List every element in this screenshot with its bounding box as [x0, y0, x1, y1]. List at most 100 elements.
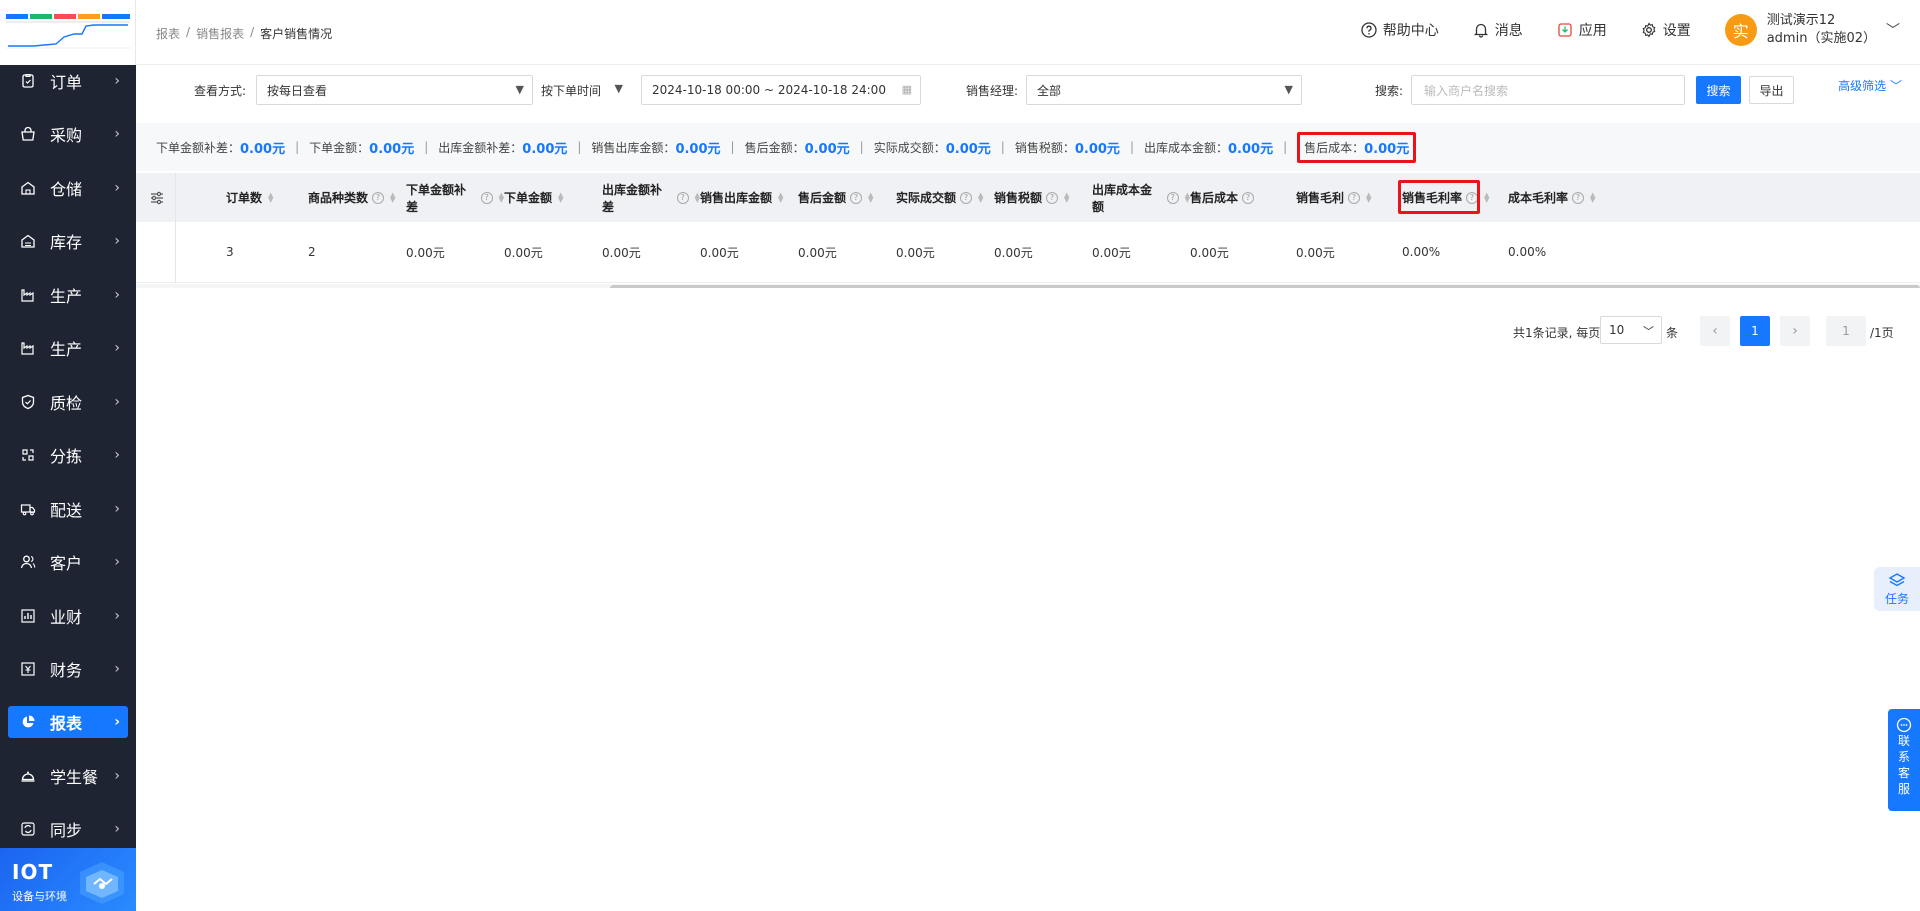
truck-icon	[20, 501, 36, 517]
question-icon[interactable]: ?	[960, 191, 973, 204]
sidebar-item-2[interactable]: 仓储 ›	[0, 161, 136, 215]
sidebar-item-0[interactable]: 订单 ›	[0, 54, 136, 108]
horizontal-scrollbar[interactable]	[136, 284, 1920, 288]
sort-icon[interactable]: ▲ ▼	[868, 191, 873, 203]
column-header-label: 售后成本	[1190, 191, 1239, 205]
column-header[interactable]: 销售毛利? ▲ ▼	[1296, 173, 1402, 222]
column-header[interactable]: 下单金额补差? ▲ ▼	[406, 173, 504, 222]
chevron-right-icon: ›	[114, 554, 120, 571]
date-range-picker[interactable]: 2024-10-18 00:00 ~ 2024-10-18 24:00 ▦	[641, 75, 921, 105]
sidebar-item-label: 采购	[50, 126, 83, 146]
iot-banner[interactable]: IOT 设备与环境	[0, 848, 136, 911]
chevron-right-icon: ›	[114, 393, 120, 410]
advanced-filter-link[interactable]: 高级筛选 ﹀	[1838, 77, 1902, 94]
chevron-down-icon: ▼	[515, 83, 524, 96]
sidebar-item-6[interactable]: 质检 ›	[0, 375, 136, 429]
user-account: admin（实施02）	[1766, 31, 1876, 46]
sidebar-item-13[interactable]: 学生餐 ›	[0, 749, 136, 803]
scrollbar-thumb[interactable]	[610, 285, 1920, 288]
export-button[interactable]: 导出	[1749, 76, 1794, 104]
filter-bar: 查看方式: 按每日查看 ▼ 按下单时间 ▼ 2024-10-18 00:00 ~…	[136, 65, 1920, 121]
sidebar-item-12[interactable]: 报表 ›	[8, 706, 128, 738]
search-button[interactable]: 搜索	[1696, 76, 1741, 104]
sidebar-item-4[interactable]: 生产 ›	[0, 268, 136, 322]
settings-link[interactable]: 设置	[1641, 20, 1691, 40]
question-icon[interactable]: ?	[372, 191, 385, 204]
question-icon[interactable]: ?	[1242, 191, 1255, 204]
breadcrumb-current: 客户销售情况	[260, 27, 333, 41]
question-icon[interactable]: ?	[1572, 191, 1585, 204]
sort-icon[interactable]: ▲ ▼	[268, 191, 273, 203]
cs-char: 联	[1897, 734, 1910, 748]
search-input[interactable]: 输入商户名搜索	[1411, 75, 1685, 105]
user-menu[interactable]: 实 测试演示12 admin（实施02） ﹀	[1724, 12, 1900, 48]
summary-label: 出库成本金额：	[1143, 140, 1228, 155]
column-header[interactable]: 出库金额补差? ▲ ▼	[602, 173, 700, 222]
question-icon[interactable]: ?	[676, 191, 689, 204]
prev-page-button[interactable]: ‹	[1700, 316, 1730, 346]
question-icon[interactable]: ?	[1348, 191, 1361, 204]
column-header[interactable]: 售后金额? ▲ ▼	[798, 173, 896, 222]
sidebar-item-10[interactable]: 业财 ›	[0, 589, 136, 643]
sort-icon[interactable]: ▲ ▼	[1366, 191, 1371, 203]
column-header[interactable]: 订单数 ▲ ▼	[226, 173, 316, 222]
sidebar-item-11[interactable]: 财务 ›	[0, 643, 136, 697]
next-page-button[interactable]: ›	[1780, 316, 1810, 346]
column-header[interactable]: 商品种类数? ▲ ▼	[308, 173, 406, 222]
messages-link[interactable]: 消息	[1473, 20, 1523, 40]
user-info: 测试演示12 admin（实施02）	[1767, 12, 1876, 48]
table-cell: 0.00%	[1402, 245, 1441, 259]
time-type-select[interactable]: 按下单时间 ▼	[541, 75, 631, 105]
sidebar-item-7[interactable]: 分拣 ›	[0, 429, 136, 483]
column-settings-icon[interactable]	[149, 190, 165, 206]
page-size-select[interactable]: 10 ﹀	[1600, 316, 1662, 344]
pagination: 共1条记录, 每页 10 ﹀ 条 ‹ 1 › 1 /1页	[0, 316, 1920, 348]
sort-icon[interactable]: ▲ ▼	[978, 191, 983, 203]
summary-item-highlighted: 售后成本： 0.00元	[1297, 131, 1417, 163]
column-header-label: 下单金额补差	[406, 182, 467, 214]
column-header[interactable]: 出库成本金额? ▲ ▼	[1092, 173, 1190, 222]
chevron-right-icon: ›	[114, 72, 120, 89]
breadcrumb-item[interactable]: 报表	[156, 25, 180, 42]
sort-icon[interactable]: ▲ ▼	[390, 191, 395, 203]
column-header[interactable]: 下单金额 ▲ ▼	[504, 173, 602, 222]
table-cell: 0.00元	[798, 245, 837, 260]
search-placeholder: 输入商户名搜索	[1424, 83, 1509, 98]
summary-item: 下单金额： 0.00元	[309, 138, 414, 157]
sort-icon[interactable]: ▲ ▼	[1590, 191, 1595, 203]
help-center-link[interactable]: 帮助中心	[1361, 20, 1439, 40]
sidebar-item-8[interactable]: 配送 ›	[0, 482, 136, 536]
apps-link[interactable]: 应用	[1557, 20, 1607, 40]
sales-manager-value: 全部	[1037, 83, 1062, 98]
page-jump-input[interactable]: 1	[1826, 316, 1866, 346]
sidebar-menu: 订单 › 采购 › 仓储 › 库存 › 生产 › 生产 › 质检 › 分拣 › 配送 › 客户 › 业财 › 财务 › 报表 › 学…	[0, 54, 136, 856]
sales-manager-select[interactable]: 全部 ▼	[1026, 75, 1302, 105]
page-size-value: 10	[1609, 323, 1625, 337]
chevron-down-icon: ▼	[614, 82, 623, 95]
sort-icon[interactable]: ▲ ▼	[778, 191, 783, 203]
task-float-button[interactable]: 任务	[1874, 567, 1920, 611]
sort-icon[interactable]: ▲ ▼	[1484, 191, 1489, 203]
customer-service-float-button[interactable]: 联 系 客 服	[1888, 709, 1920, 811]
view-mode-value: 按每日查看	[267, 83, 328, 98]
summary-item: 下单金额补差： 0.00元	[156, 138, 285, 157]
sidebar-item-1[interactable]: 采购 ›	[0, 108, 136, 162]
sort-icon[interactable]: ▲ ▼	[558, 191, 563, 203]
column-header[interactable]: 销售出库金额 ▲ ▼	[700, 173, 798, 222]
question-icon[interactable]: ?	[480, 191, 493, 204]
question-icon[interactable]: ?	[1166, 191, 1179, 204]
question-icon[interactable]: ?	[1046, 191, 1059, 204]
column-header[interactable]: 成本毛利率? ▲ ▼	[1508, 173, 1614, 222]
page-button-current[interactable]: 1	[1740, 316, 1770, 346]
column-header[interactable]: 售后成本?	[1190, 173, 1296, 222]
summary-label: 销售税额：	[1014, 140, 1075, 155]
breadcrumb-item[interactable]: 销售报表	[196, 25, 244, 42]
sort-icon[interactable]: ▲ ▼	[1064, 191, 1069, 203]
column-header[interactable]: 销售税额? ▲ ▼	[994, 173, 1092, 222]
summary-label: 出库金额补差：	[438, 140, 523, 155]
column-header[interactable]: 实际成交额? ▲ ▼	[896, 173, 994, 222]
question-icon[interactable]: ?	[850, 191, 863, 204]
sidebar-item-9[interactable]: 客户 ›	[0, 536, 136, 590]
sidebar-item-3[interactable]: 库存 ›	[0, 215, 136, 269]
view-mode-select[interactable]: 按每日查看 ▼	[256, 75, 533, 105]
